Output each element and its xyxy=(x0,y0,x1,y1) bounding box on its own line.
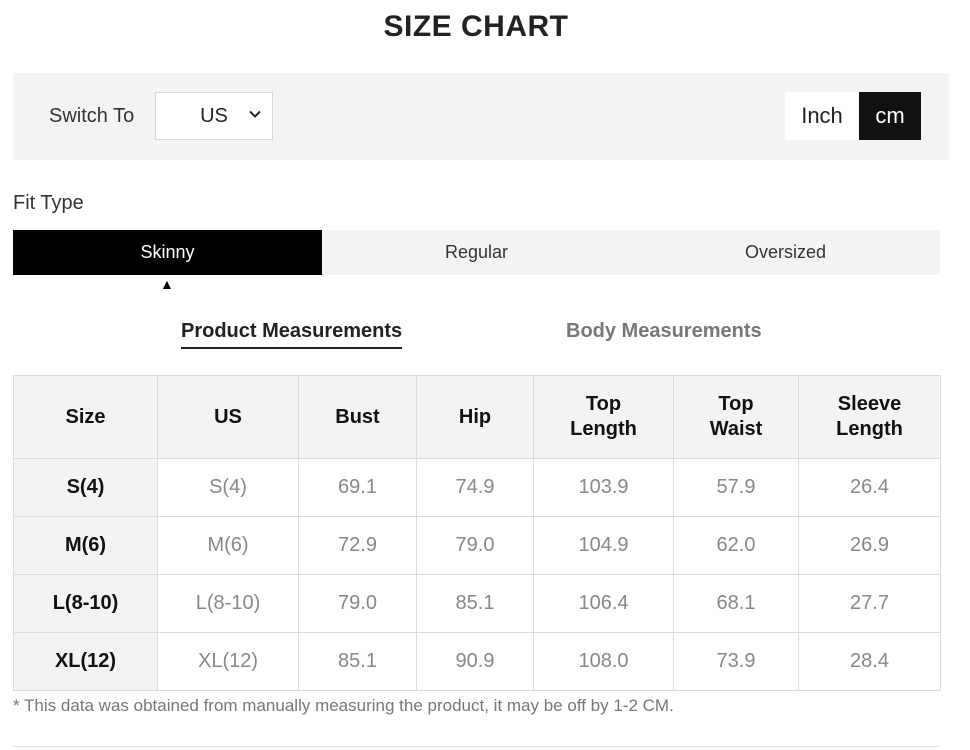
active-tab-caret-icon: ▲ xyxy=(160,276,174,292)
region-select-value: US xyxy=(200,104,228,127)
column-header: Bust xyxy=(298,375,417,459)
tab-product-measurements[interactable]: Product Measurements xyxy=(181,320,403,349)
fit-type-label: Fit Type xyxy=(13,192,84,214)
table-cell: 69.1 xyxy=(298,458,417,517)
fit-tab-skinny[interactable]: Skinny xyxy=(13,230,322,275)
table-cell: S(4) xyxy=(157,458,299,517)
column-header: Top Waist xyxy=(673,375,799,459)
table-cell: 106.4 xyxy=(533,574,674,633)
table-cell: 28.4 xyxy=(798,632,941,691)
table-cell: 72.9 xyxy=(298,516,417,575)
table-cell: 74.9 xyxy=(416,458,534,517)
column-header: Sleeve Length xyxy=(798,375,941,459)
column-header: Size xyxy=(13,375,158,459)
table-cell: 73.9 xyxy=(673,632,799,691)
measurement-note: * This data was obtained from manually m… xyxy=(13,696,674,715)
table-row: XL(12) XL(12) 85.1 90.9 108.0 73.9 28.4 xyxy=(13,632,941,691)
divider xyxy=(13,746,940,747)
table-cell: 79.0 xyxy=(416,516,534,575)
unit-inch-button[interactable]: Inch xyxy=(785,92,859,140)
fit-tab-regular[interactable]: Regular xyxy=(322,230,631,275)
region-select[interactable]: US xyxy=(155,92,273,140)
unit-cm-button[interactable]: cm xyxy=(859,92,921,140)
table-cell: 26.9 xyxy=(798,516,941,575)
table-cell: M(6) xyxy=(157,516,299,575)
column-header: US xyxy=(157,375,299,459)
table-cell: 104.9 xyxy=(533,516,674,575)
table-row: L(8-10) L(8-10) 79.0 85.1 106.4 68.1 27.7 xyxy=(13,574,941,633)
switch-to-label: Switch To xyxy=(49,105,135,127)
table-cell: 68.1 xyxy=(673,574,799,633)
table-row: M(6) M(6) 72.9 79.0 104.9 62.0 26.9 xyxy=(13,516,941,575)
size-cell: XL(12) xyxy=(13,632,158,691)
table-cell: 79.0 xyxy=(298,574,417,633)
table-cell: 57.9 xyxy=(673,458,799,517)
chevron-down-icon xyxy=(249,110,261,118)
measurement-tabs: Product Measurements Body Measurements xyxy=(0,320,970,350)
size-toolbar: Switch To US Inch cm xyxy=(13,73,949,160)
table-cell: 90.9 xyxy=(416,632,534,691)
size-cell: S(4) xyxy=(13,458,158,517)
table-cell: XL(12) xyxy=(157,632,299,691)
table-cell: 62.0 xyxy=(673,516,799,575)
table-cell: 26.4 xyxy=(798,458,941,517)
size-cell: M(6) xyxy=(13,516,158,575)
unit-toggle: Inch cm xyxy=(785,92,921,140)
table-cell: 85.1 xyxy=(416,574,534,633)
column-header: Top Length xyxy=(533,375,674,459)
fit-type-tabs: Skinny Regular Oversized xyxy=(13,230,940,275)
table-cell: L(8-10) xyxy=(157,574,299,633)
size-table: Size US Bust Hip Top Length Top Waist Sleeve Leng… xyxy=(13,375,941,691)
column-header: Hip xyxy=(416,375,534,459)
table-cell: 103.9 xyxy=(533,458,674,517)
table-cell: 27.7 xyxy=(798,574,941,633)
table-cell: 85.1 xyxy=(298,632,417,691)
tab-body-measurements[interactable]: Body Measurements xyxy=(566,320,762,347)
size-cell: L(8-10) xyxy=(13,574,158,633)
table-cell: 108.0 xyxy=(533,632,674,691)
table-header-row: Size US Bust Hip Top Length Top Waist Sleeve Leng… xyxy=(13,375,941,459)
page-title: SIZE CHART xyxy=(383,10,569,43)
fit-tab-oversized[interactable]: Oversized xyxy=(631,230,940,275)
table-row: S(4) S(4) 69.1 74.9 103.9 57.9 26.4 xyxy=(13,458,941,517)
